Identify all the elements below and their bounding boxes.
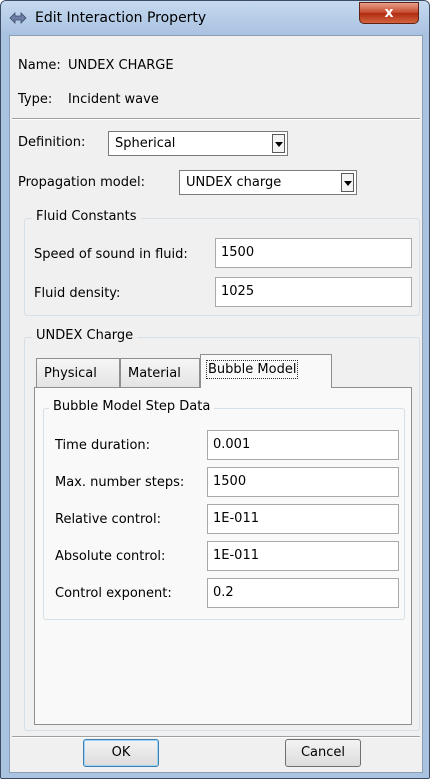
control-exponent-field[interactable]: 0.2 [207, 578, 399, 608]
double-arrow-icon [9, 12, 27, 24]
time-duration-field[interactable]: 0.001 [207, 430, 399, 460]
relative-control-value: 1E-011 [213, 511, 259, 526]
tab-physical-label: Physical [44, 366, 97, 381]
control-exponent-value: 0.2 [213, 585, 234, 600]
absolute-control-label: Absolute control: [55, 549, 166, 564]
window-title: Edit Interaction Property [35, 10, 207, 26]
separator [12, 736, 420, 738]
title-bar[interactable]: Edit Interaction Property x [1, 1, 429, 35]
propagation-label: Propagation model: [18, 175, 145, 190]
tab-physical[interactable]: Physical [36, 358, 120, 388]
time-duration-label: Time duration: [55, 438, 151, 453]
absolute-control-field[interactable]: 1E-011 [207, 541, 399, 571]
step-data-title: Bubble Model Step Data [49, 399, 215, 414]
definition-select[interactable]: Spherical [108, 131, 288, 156]
definition-value: Spherical [115, 136, 176, 151]
max-steps-value: 1500 [213, 474, 247, 489]
max-steps-field[interactable]: 1500 [207, 467, 399, 497]
type-label: Type: [18, 92, 53, 107]
tab-panel: Bubble Model Step Data Time duration: 0.… [34, 387, 412, 725]
tab-bubble-model-label: Bubble Model [205, 360, 299, 379]
speed-value: 1500 [221, 245, 255, 260]
fluid-density-field[interactable]: 1025 [215, 277, 412, 307]
speed-of-sound-field[interactable]: 1500 [215, 238, 412, 268]
definition-label: Definition: [18, 135, 86, 150]
undex-charge-title: UNDEX Charge [32, 328, 138, 343]
speed-label: Speed of sound in fluid: [34, 247, 188, 262]
control-exponent-label: Control exponent: [55, 586, 172, 601]
density-label: Fluid density: [34, 286, 121, 301]
propagation-value: UNDEX charge [186, 175, 282, 190]
density-value: 1025 [221, 284, 255, 299]
relative-control-field[interactable]: 1E-011 [207, 504, 399, 534]
fluid-constants-title: Fluid Constants [32, 209, 141, 224]
dialog-window: Edit Interaction Property x Name: UNDEX … [0, 0, 430, 779]
time-duration-value: 0.001 [213, 437, 251, 452]
relative-control-label: Relative control: [55, 512, 161, 527]
absolute-control-value: 1E-011 [213, 548, 259, 563]
max-steps-label: Max. number steps: [55, 475, 185, 490]
name-value: UNDEX CHARGE [68, 58, 174, 73]
ok-button[interactable]: OK [83, 739, 159, 767]
tab-material[interactable]: Material [120, 358, 200, 388]
tab-material-label: Material [128, 366, 181, 381]
close-button[interactable]: x [359, 2, 419, 24]
tab-bubble-model[interactable]: Bubble Model [200, 354, 332, 388]
propagation-select[interactable]: UNDEX charge [179, 170, 357, 195]
name-label: Name: [18, 58, 61, 73]
dialog-body: Name: UNDEX CHARGE Type: Incident wave D… [9, 35, 423, 773]
chevron-down-icon[interactable] [272, 134, 285, 153]
chevron-down-icon[interactable] [341, 173, 354, 192]
separator [12, 118, 420, 120]
type-value: Incident wave [68, 92, 159, 107]
cancel-button[interactable]: Cancel [285, 739, 361, 767]
